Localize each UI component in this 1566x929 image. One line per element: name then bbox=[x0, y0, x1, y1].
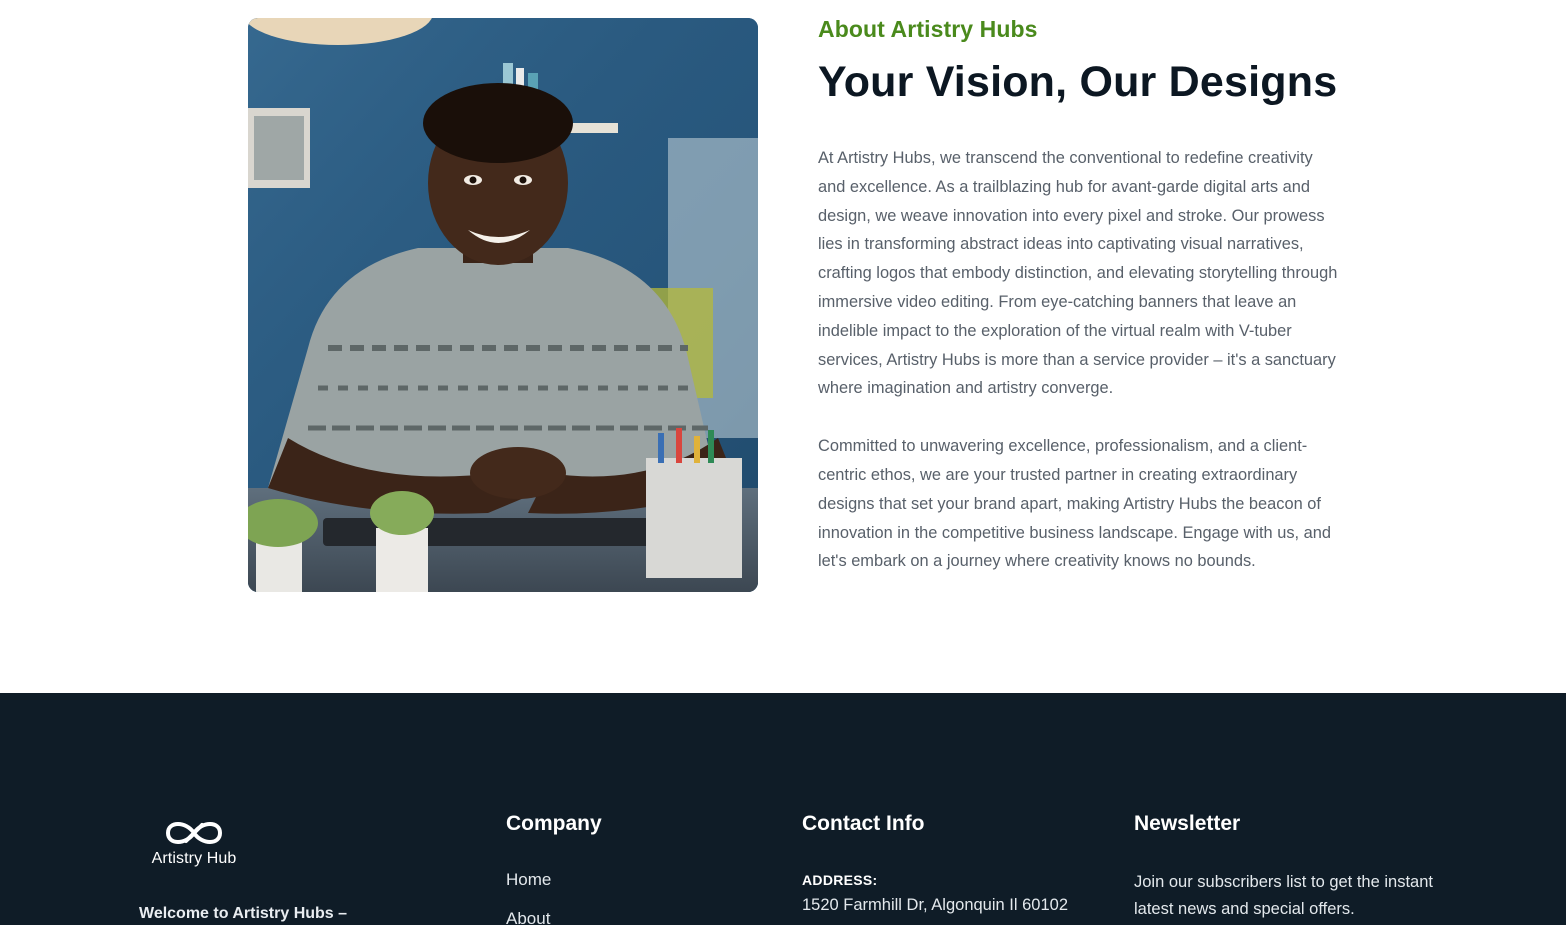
infinity-logo-icon bbox=[165, 822, 223, 844]
person-at-desk-image bbox=[248, 18, 758, 592]
logo-text: Artistry Hub bbox=[151, 850, 237, 867]
company-column-title: Company bbox=[506, 812, 602, 835]
footer-link-home[interactable]: Home bbox=[506, 870, 551, 890]
address-value: 1520 Farmhill Dr, Algonquin Il 60102 bbox=[802, 896, 1068, 914]
newsletter-description: Join our subscribers list to get the ins… bbox=[1134, 873, 1433, 918]
about-photo bbox=[248, 18, 758, 592]
about-paragraph-1: At Artistry Hubs, we transcend the conve… bbox=[818, 149, 1338, 398]
about-section: About Artistry Hubs Your Vision, Our Des… bbox=[0, 0, 1566, 693]
address-label: ADDRESS: bbox=[802, 872, 878, 888]
about-content: About Artistry Hubs Your Vision, Our Des… bbox=[818, 14, 1338, 576]
footer-logo[interactable]: Artistry Hub bbox=[146, 817, 242, 871]
site-footer: Artistry Hub Welcome to Artistry Hubs – … bbox=[0, 693, 1566, 928]
section-eyebrow: About Artistry Hubs bbox=[818, 16, 1038, 42]
footer-link-about[interactable]: About bbox=[506, 909, 550, 929]
newsletter-column-title: Newsletter bbox=[1134, 812, 1241, 835]
footer-welcome-text: Welcome to Artistry Hubs – bbox=[139, 905, 348, 922]
about-paragraph-2: Committed to unwavering excellence, prof… bbox=[818, 437, 1331, 571]
contact-column-title: Contact Info bbox=[802, 812, 925, 835]
section-headline: Your Vision, Our Designs bbox=[818, 58, 1338, 106]
